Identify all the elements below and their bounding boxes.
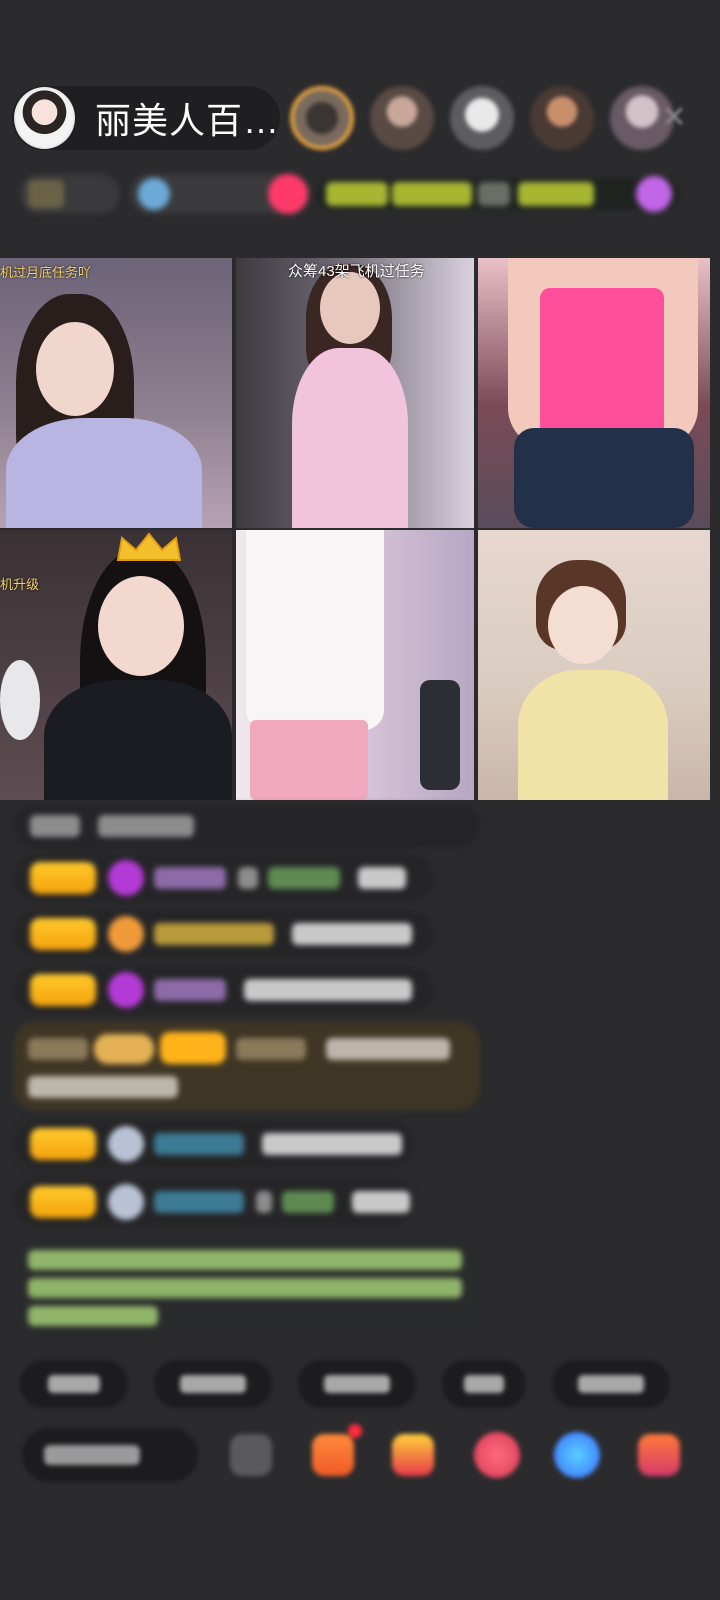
level-badge: [30, 862, 96, 894]
gift-box-icon[interactable]: [312, 1434, 354, 1476]
host-name: 丽美人百…: [94, 100, 280, 141]
video-tile[interactable]: 众筹43架飞机过任务: [236, 258, 474, 528]
chat-message: [14, 1178, 414, 1226]
top-viewer-avatar[interactable]: [290, 86, 354, 150]
level-badge: [30, 1128, 96, 1160]
chat-message: [14, 804, 480, 848]
chat-input[interactable]: [22, 1428, 198, 1482]
quick-reply-row: [20, 1360, 670, 1408]
video-grid: 机过月底任务吖 众筹43架飞机过任务 机升级: [0, 258, 710, 800]
chat-message: [14, 966, 434, 1014]
quick-reply-chip[interactable]: [298, 1360, 416, 1408]
viewer-avatar[interactable]: [450, 86, 514, 150]
level-badge: [30, 918, 96, 950]
room-info-row: [20, 170, 692, 218]
treasure-icon[interactable]: [392, 1434, 434, 1476]
video-tile[interactable]: [236, 530, 474, 800]
highlight-chat-message: [14, 1022, 480, 1110]
viewer-avatar[interactable]: [370, 86, 434, 150]
user-avatar: [108, 1184, 144, 1220]
user-name[interactable]: [154, 867, 226, 889]
user-name[interactable]: [154, 979, 226, 1001]
user-name[interactable]: [154, 923, 274, 945]
quick-reply-chip[interactable]: [20, 1360, 128, 1408]
system-notice: [14, 1240, 480, 1336]
host-avatar[interactable]: [14, 87, 75, 149]
user-name[interactable]: [154, 1191, 244, 1213]
level-badge: [30, 1186, 96, 1218]
quick-reply-chip[interactable]: [442, 1360, 526, 1408]
video-tile[interactable]: 机过月底任务吖: [0, 258, 232, 528]
chat-message: [14, 854, 434, 902]
crown-icon: [116, 532, 182, 561]
quick-reply-chip[interactable]: [154, 1360, 272, 1408]
chat-message: [14, 1120, 414, 1168]
user-avatar: [108, 1126, 144, 1162]
grid-icon[interactable]: [230, 1434, 272, 1476]
notification-dot: [348, 1424, 362, 1438]
fan-badge-icon: [108, 972, 144, 1008]
video-tile[interactable]: [478, 530, 710, 800]
quick-reply-chip[interactable]: [552, 1360, 670, 1408]
host-info-pill[interactable]: 丽美人百…: [12, 86, 280, 150]
gift-notice-icon[interactable]: [268, 174, 308, 214]
video-tile[interactable]: [478, 258, 710, 528]
red-pack-icon[interactable]: [474, 1432, 520, 1478]
tile-caption: 机过月底任务吖: [0, 265, 92, 280]
fan-badge-icon: [108, 916, 144, 952]
tile-caption: 众筹43架飞机过任务: [288, 263, 425, 280]
bottom-toolbar: [0, 1424, 720, 1486]
video-tile[interactable]: 机升级: [0, 530, 232, 800]
viewer-avatar[interactable]: [530, 86, 594, 150]
user-name[interactable]: [154, 1133, 244, 1155]
chat-message: [14, 910, 434, 958]
activity-icon[interactable]: [636, 176, 672, 212]
fan-badge-icon: [108, 860, 144, 896]
viewer-avatars: [290, 86, 674, 150]
blue-chat-icon[interactable]: [554, 1432, 600, 1478]
tile-caption: 机升级: [0, 577, 40, 592]
more-gift-icon[interactable]: [638, 1434, 680, 1476]
close-icon[interactable]: ✕: [660, 103, 688, 133]
level-badge: [30, 974, 96, 1006]
